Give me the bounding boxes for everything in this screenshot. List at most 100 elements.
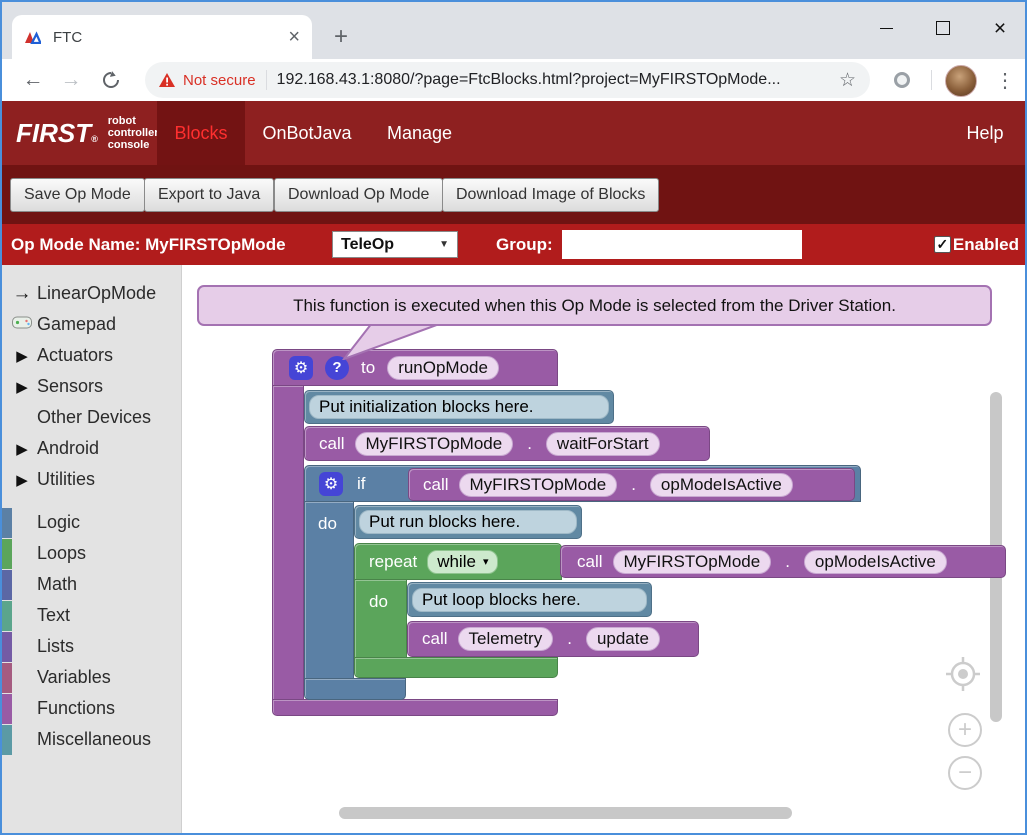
- repeat-keyword: repeat: [369, 552, 417, 572]
- url-text[interactable]: 192.168.43.1:8080/?page=FtcBlocks.html?p…: [277, 71, 829, 89]
- comment-bubble[interactable]: This function is executed when this Op M…: [197, 285, 992, 326]
- sidebar-category-lists[interactable]: Lists: [2, 631, 182, 662]
- sidebar-category-loops[interactable]: Loops: [2, 538, 182, 569]
- tab-close-icon[interactable]: ×: [288, 27, 300, 47]
- logo-title: FIRST: [16, 118, 91, 148]
- zoom-out-button[interactable]: −: [948, 756, 982, 790]
- block-repeat-header[interactable]: repeat while▾: [354, 543, 562, 580]
- mutator-gear-icon[interactable]: ⚙: [289, 356, 313, 380]
- back-button[interactable]: ←: [17, 64, 49, 96]
- do-keyword: do: [369, 592, 388, 612]
- window-maximize-button[interactable]: [926, 12, 960, 44]
- download-opmode-button[interactable]: Download Op Mode: [274, 178, 443, 212]
- sidebar-item-gamepad[interactable]: Gamepad: [2, 309, 182, 340]
- browser-menu-button[interactable]: ⋮: [990, 64, 1020, 96]
- mutator-gear-icon[interactable]: ⚙: [319, 472, 343, 496]
- browser-tab-ftc[interactable]: FTC ×: [12, 15, 312, 59]
- sidebar-category-miscellaneous[interactable]: Miscellaneous: [2, 724, 182, 755]
- toolbar-divider: [931, 70, 932, 90]
- save-opmode-button[interactable]: Save Op Mode: [10, 178, 145, 212]
- address-bar[interactable]: Not secure 192.168.43.1:8080/?page=FtcBl…: [145, 62, 870, 98]
- export-to-java-button[interactable]: Export to Java: [144, 178, 274, 212]
- sidebar-category-logic[interactable]: Logic: [2, 507, 182, 538]
- call-method-field[interactable]: opModeIsActive: [650, 473, 793, 497]
- init-comment-field[interactable]: Put initialization blocks here.: [309, 395, 609, 419]
- window-close-button[interactable]: ×: [983, 12, 1017, 44]
- download-image-button[interactable]: Download Image of Blocks: [442, 178, 659, 212]
- block-if-footer[interactable]: [304, 678, 406, 700]
- sidebar-item-sensors[interactable]: ▶Sensors: [2, 371, 182, 402]
- sidebar-category-functions[interactable]: Functions: [2, 693, 182, 724]
- sidebar-item-linearopmode[interactable]: →LinearOpMode: [2, 278, 182, 309]
- zoom-in-button[interactable]: +: [948, 713, 982, 747]
- proc-keyword: to: [361, 358, 375, 378]
- sidebar-category-math[interactable]: Math: [2, 569, 182, 600]
- block-run-comment[interactable]: Put run blocks here.: [354, 505, 582, 539]
- block-call-telemetry-update[interactable]: call Telemetry . update: [407, 621, 699, 657]
- sidebar-item-other-devices[interactable]: Other Devices: [2, 402, 182, 433]
- browser-toolbar: ← → Not secure 192.168.43.1:8080/?page=F…: [2, 59, 1025, 101]
- bookmark-star-icon[interactable]: ☆: [839, 69, 856, 92]
- call-target-field[interactable]: MyFIRSTOpMode: [613, 550, 772, 574]
- expand-triangle-icon: ▶: [9, 440, 35, 458]
- block-if-header[interactable]: ⚙ if call MyFIRSTOpMode . opModeIsActive: [304, 465, 861, 502]
- expand-triangle-icon: ▶: [9, 471, 35, 489]
- security-warning-label[interactable]: Not secure: [183, 72, 256, 89]
- profile-avatar[interactable]: [945, 65, 977, 97]
- new-tab-button[interactable]: +: [326, 22, 356, 52]
- run-comment-field[interactable]: Put run blocks here.: [359, 510, 577, 534]
- tab-strip: FTC × + ×: [2, 2, 1025, 59]
- enabled-label: Enabled: [953, 235, 1019, 255]
- group-label: Group:: [496, 224, 553, 265]
- ftc-favicon-icon: [24, 30, 41, 44]
- block-call-opmodeisactive-condition[interactable]: call MyFIRSTOpMode . opModeIsActive: [408, 468, 855, 501]
- group-input[interactable]: [562, 230, 802, 259]
- nav-tab-onbotjava[interactable]: OnBotJava: [257, 101, 357, 165]
- call-target-field[interactable]: MyFIRSTOpMode: [459, 473, 618, 497]
- loop-comment-field[interactable]: Put loop blocks here.: [412, 588, 647, 612]
- enabled-checkbox[interactable]: ✓: [934, 236, 951, 253]
- expand-triangle-icon: ▶: [9, 378, 35, 396]
- sidebar-item-android[interactable]: ▶Android: [2, 433, 182, 464]
- forward-button[interactable]: →: [55, 64, 87, 96]
- window-minimize-button[interactable]: [869, 12, 903, 44]
- block-init-comment[interactable]: Put initialization blocks here.: [304, 390, 614, 424]
- refresh-button[interactable]: [95, 64, 127, 96]
- nav-tab-manage[interactable]: Manage: [382, 101, 457, 165]
- horizontal-scrollbar[interactable]: [339, 807, 792, 819]
- toolbox-sidebar: →LinearOpMode Gamepad ▶Actuators ▶Sensor…: [2, 265, 182, 835]
- block-call-opmodeisactive-loop[interactable]: call MyFIRSTOpMode . opModeIsActive: [560, 545, 1006, 578]
- help-link[interactable]: Help: [960, 101, 1010, 165]
- extension-icon[interactable]: [894, 72, 910, 88]
- sidebar-item-utilities[interactable]: ▶Utilities: [2, 464, 182, 495]
- sidebar-item-actuators[interactable]: ▶Actuators: [2, 340, 182, 371]
- block-repeat-footer[interactable]: [354, 657, 558, 678]
- browser-window: FTC × + × ← → Not secure 192.168.43.1:80…: [0, 0, 1027, 835]
- block-if-spine[interactable]: do: [304, 501, 354, 680]
- call-method-field[interactable]: waitForStart: [546, 432, 660, 456]
- block-runopmode-footer[interactable]: [272, 699, 558, 716]
- block-call-waitforstart[interactable]: call MyFIRSTOpMode . waitForStart: [304, 426, 710, 461]
- tab-title: FTC: [53, 29, 288, 46]
- call-method-field[interactable]: update: [586, 627, 660, 651]
- block-repeat-spine[interactable]: do: [354, 579, 407, 658]
- call-method-field[interactable]: opModeIsActive: [804, 550, 947, 574]
- opmode-type-select[interactable]: TeleOp ▼: [332, 231, 458, 258]
- dot-separator: .: [527, 434, 532, 454]
- call-target-field[interactable]: MyFIRSTOpMode: [355, 432, 514, 456]
- minimize-icon: [880, 28, 893, 29]
- block-runopmode-spine[interactable]: [272, 385, 304, 700]
- sidebar-category-variables[interactable]: Variables: [2, 662, 182, 693]
- zoom-reset-button[interactable]: [944, 655, 982, 693]
- dropdown-caret-icon: ▾: [483, 555, 489, 568]
- select-caret-icon: ▼: [439, 239, 449, 250]
- opmode-type-value: TeleOp: [341, 236, 394, 254]
- sidebar-category-text[interactable]: Text: [2, 600, 182, 631]
- while-dropdown[interactable]: while▾: [427, 550, 498, 574]
- app-header: FIRST® robot controller console Blocks O…: [2, 101, 1025, 165]
- block-loop-comment[interactable]: Put loop blocks here.: [407, 582, 652, 617]
- if-keyword: if: [357, 474, 366, 494]
- call-target-field[interactable]: Telemetry: [458, 627, 554, 651]
- nav-tab-blocks[interactable]: Blocks: [157, 101, 245, 165]
- blocks-workspace[interactable]: This function is executed when this Op M…: [182, 265, 1027, 835]
